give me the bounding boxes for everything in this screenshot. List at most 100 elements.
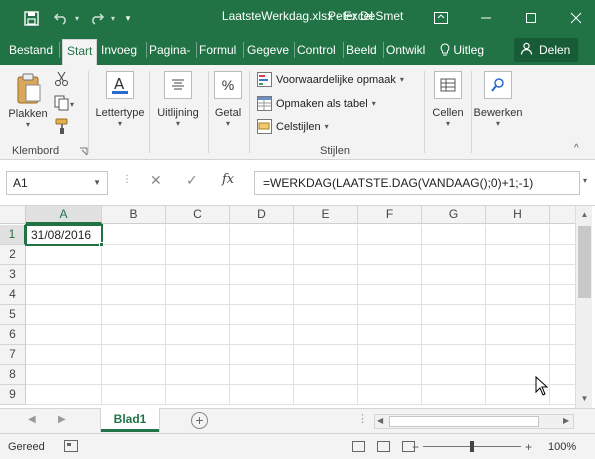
row-header-6[interactable]: 6 bbox=[0, 325, 26, 345]
scroll-down-icon[interactable]: ▼ bbox=[576, 394, 593, 403]
cell[interactable] bbox=[422, 225, 486, 245]
column-header-g[interactable]: G bbox=[422, 206, 486, 224]
cell[interactable] bbox=[422, 385, 486, 405]
cell[interactable] bbox=[230, 225, 294, 245]
cell[interactable] bbox=[550, 345, 575, 365]
cell[interactable] bbox=[166, 385, 230, 405]
row-header-4[interactable]: 4 bbox=[0, 285, 26, 305]
cell[interactable] bbox=[422, 305, 486, 325]
vertical-scroll-thumb[interactable] bbox=[578, 226, 591, 298]
horizontal-scroll-thumb[interactable] bbox=[389, 416, 539, 427]
tab-bestand[interactable]: Bestand bbox=[9, 41, 53, 65]
scroll-left-icon[interactable]: ◀ bbox=[377, 416, 383, 425]
cell[interactable] bbox=[422, 285, 486, 305]
cell[interactable] bbox=[550, 305, 575, 325]
cell-styles-button[interactable]: Celstijlen ▾ bbox=[257, 119, 329, 134]
row-header-9[interactable]: 9 bbox=[0, 385, 26, 405]
tab-invoegen[interactable]: Invoeg bbox=[101, 41, 143, 65]
cell[interactable] bbox=[166, 265, 230, 285]
paste-button[interactable]: Plakken ▾ bbox=[6, 71, 50, 129]
cell[interactable] bbox=[550, 285, 575, 305]
cell[interactable] bbox=[230, 245, 294, 265]
expand-formula-bar-icon[interactable]: ▾ bbox=[583, 176, 587, 185]
cell[interactable] bbox=[358, 265, 422, 285]
ribbon-display-options-icon[interactable] bbox=[430, 7, 452, 29]
row-header-5[interactable]: 5 bbox=[0, 305, 26, 325]
insert-function-icon[interactable]: fx bbox=[222, 172, 234, 187]
copy-icon[interactable]: ▾ bbox=[54, 95, 76, 114]
cancel-entry-icon[interactable]: ✕ bbox=[150, 172, 162, 189]
clipboard-dialog-launcher-icon[interactable] bbox=[79, 145, 88, 159]
name-box[interactable]: A1 ▼ bbox=[6, 171, 108, 195]
editing-button[interactable]: Bewerken ▾ bbox=[472, 71, 524, 128]
column-header-b[interactable]: B bbox=[102, 206, 166, 224]
scroll-up-icon[interactable]: ▲ bbox=[576, 210, 593, 219]
cell[interactable] bbox=[230, 285, 294, 305]
cell[interactable] bbox=[166, 345, 230, 365]
zoom-in-button[interactable]: + bbox=[525, 440, 532, 454]
horizontal-scrollbar[interactable]: ◀ ▶ bbox=[374, 414, 574, 429]
cell[interactable] bbox=[358, 385, 422, 405]
cell-a1[interactable]: 31/08/2016 bbox=[25, 224, 103, 246]
cell[interactable] bbox=[102, 385, 166, 405]
next-sheet-icon[interactable]: ▶ bbox=[58, 414, 66, 425]
column-header-a[interactable]: A bbox=[26, 206, 102, 224]
collapse-ribbon-icon[interactable]: ^ bbox=[574, 143, 579, 154]
cell[interactable] bbox=[102, 365, 166, 385]
alignment-button[interactable]: Uitlijning ▾ bbox=[150, 71, 206, 128]
cell[interactable] bbox=[166, 365, 230, 385]
cell[interactable] bbox=[294, 345, 358, 365]
cell[interactable] bbox=[26, 345, 102, 365]
cell[interactable] bbox=[166, 285, 230, 305]
cell[interactable] bbox=[230, 305, 294, 325]
formula-input[interactable]: =WERKDAG(LAATSTE.DAG(VANDAAG();0)+1;-1) bbox=[254, 171, 580, 195]
row-header-2[interactable]: 2 bbox=[0, 245, 26, 265]
user-name[interactable]: Peter DeSmet bbox=[328, 9, 403, 23]
cell[interactable] bbox=[486, 225, 550, 245]
cell[interactable] bbox=[26, 365, 102, 385]
vertical-scrollbar[interactable]: ▲ ▼ bbox=[575, 206, 592, 408]
share-button[interactable]: Delen bbox=[514, 38, 578, 62]
cell[interactable] bbox=[550, 245, 575, 265]
format-painter-icon[interactable] bbox=[54, 117, 72, 138]
cell[interactable] bbox=[294, 265, 358, 285]
cut-icon[interactable] bbox=[54, 71, 70, 90]
row-header-8[interactable]: 8 bbox=[0, 365, 26, 385]
cell[interactable] bbox=[230, 325, 294, 345]
cell[interactable] bbox=[486, 325, 550, 345]
cell[interactable] bbox=[422, 265, 486, 285]
cell[interactable] bbox=[486, 265, 550, 285]
close-icon[interactable] bbox=[565, 7, 587, 29]
column-header-c[interactable]: C bbox=[166, 206, 230, 224]
paste-dropdown-icon[interactable]: ▾ bbox=[6, 120, 50, 129]
maximize-icon[interactable] bbox=[520, 7, 542, 29]
cell[interactable] bbox=[230, 385, 294, 405]
tab-beeld[interactable]: Beeld bbox=[346, 41, 380, 65]
cell[interactable] bbox=[486, 285, 550, 305]
cell[interactable] bbox=[486, 345, 550, 365]
cell[interactable] bbox=[166, 245, 230, 265]
minimize-icon[interactable] bbox=[475, 7, 497, 29]
tab-formules[interactable]: Formul bbox=[199, 41, 239, 65]
cell[interactable] bbox=[230, 265, 294, 285]
fill-handle[interactable] bbox=[99, 242, 104, 247]
cell[interactable] bbox=[550, 265, 575, 285]
cell[interactable] bbox=[102, 325, 166, 345]
tab-gegevens[interactable]: Gegeve bbox=[247, 41, 291, 65]
previous-sheet-icon[interactable]: ◀ bbox=[28, 414, 36, 425]
cell[interactable] bbox=[358, 365, 422, 385]
cell[interactable] bbox=[294, 305, 358, 325]
zoom-percentage[interactable]: 100% bbox=[548, 441, 576, 453]
cell[interactable] bbox=[26, 385, 102, 405]
cell[interactable] bbox=[358, 285, 422, 305]
cell[interactable] bbox=[294, 365, 358, 385]
cell[interactable] bbox=[294, 325, 358, 345]
cell[interactable] bbox=[550, 385, 575, 405]
scroll-right-icon[interactable]: ▶ bbox=[563, 416, 569, 425]
cell[interactable] bbox=[26, 305, 102, 325]
cell[interactable] bbox=[294, 285, 358, 305]
cell[interactable] bbox=[26, 265, 102, 285]
new-sheet-icon[interactable]: + bbox=[191, 412, 208, 429]
cell[interactable] bbox=[486, 305, 550, 325]
cell[interactable] bbox=[358, 345, 422, 365]
